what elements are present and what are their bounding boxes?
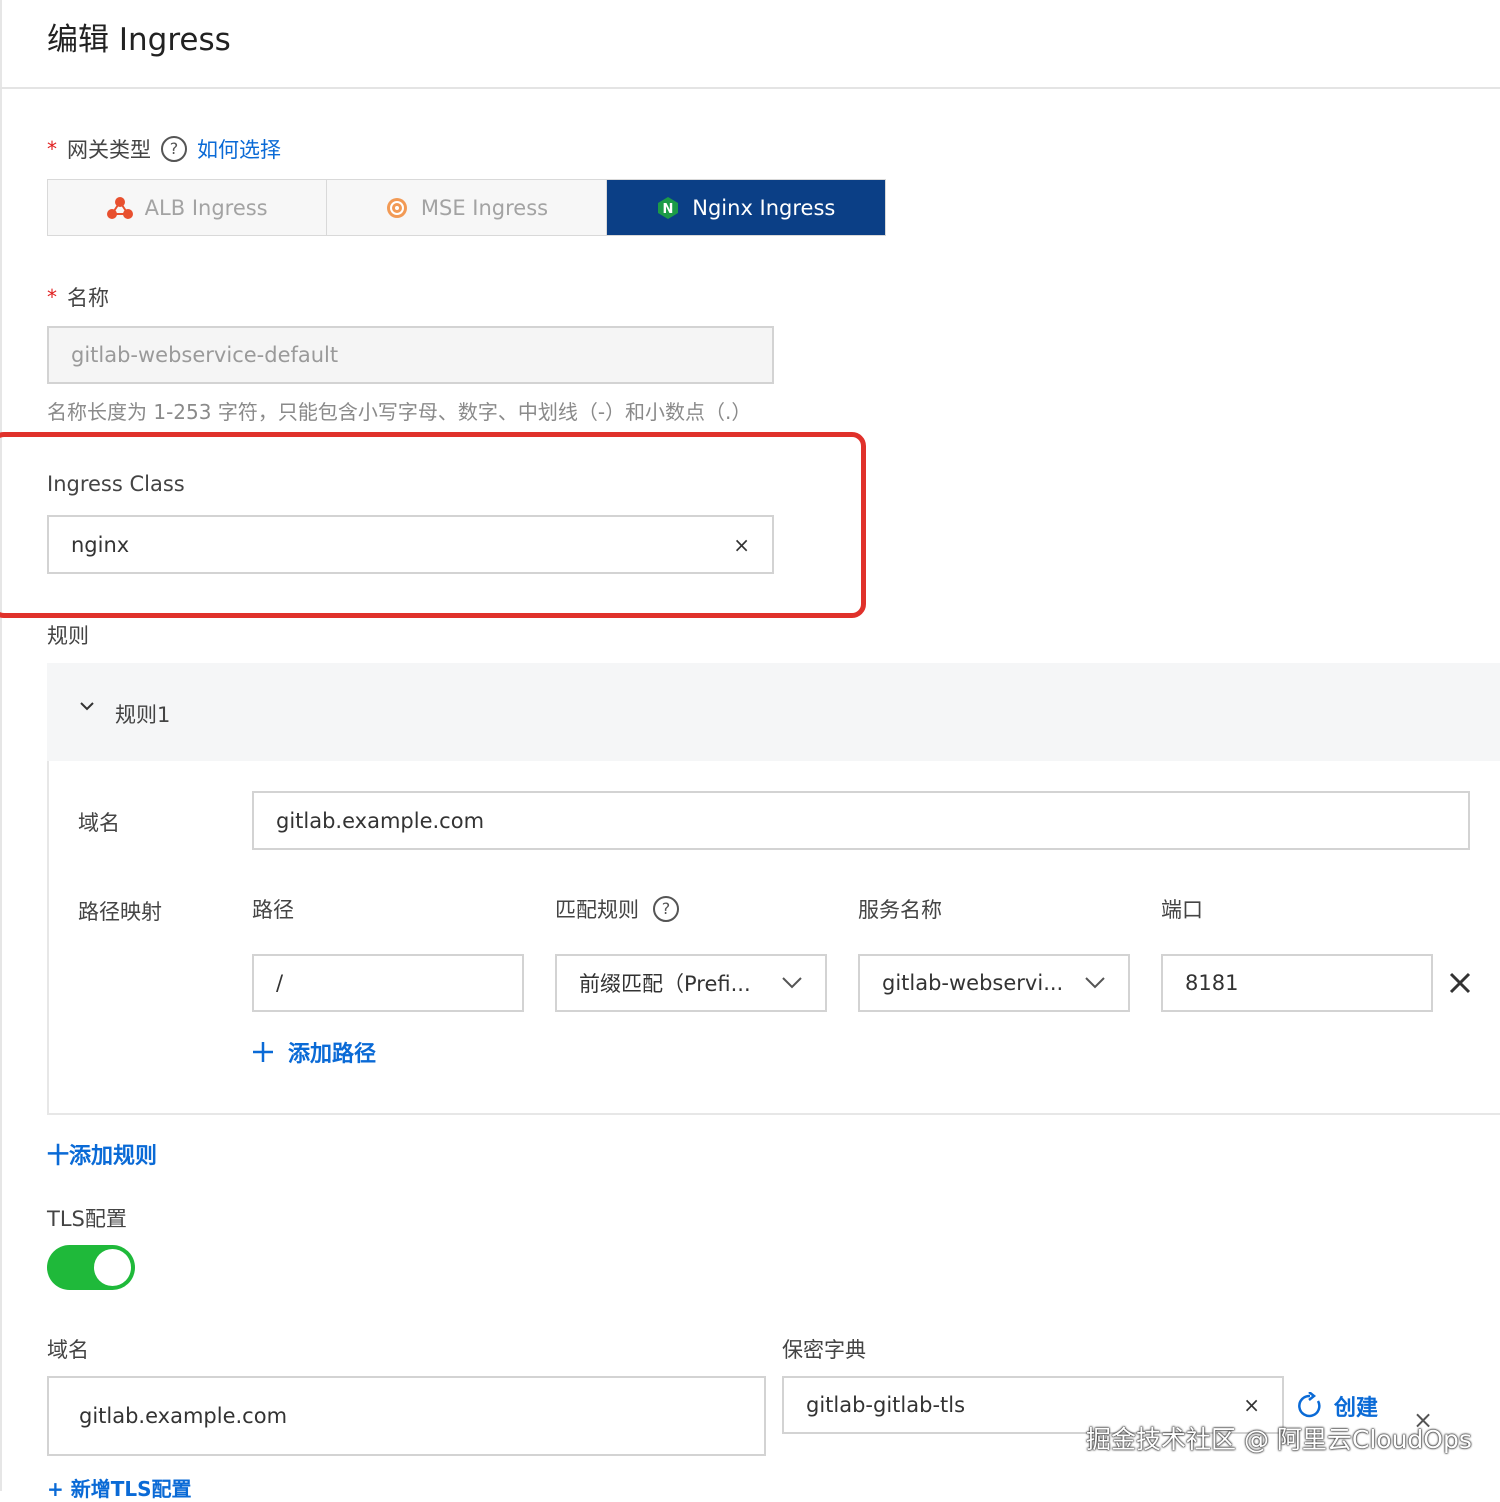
add-tls-button[interactable]: + 新增TLS配置 <box>47 1473 192 1502</box>
create-label: 创建 <box>1334 1396 1379 1421</box>
header-divider <box>0 87 1500 89</box>
gateway-type-row: * 网关类型 ? 如何选择 <box>47 134 281 164</box>
help-icon[interactable]: ? <box>161 136 187 162</box>
ingress-class-label: Ingress Class <box>47 472 185 496</box>
name-input: gitlab-webservice-default <box>47 326 774 384</box>
name-label: 名称 <box>67 286 109 310</box>
chevron-down-icon <box>1085 977 1105 989</box>
match-rule-value: 前缀匹配（Prefi... <box>579 972 751 996</box>
mse-icon <box>386 197 407 218</box>
tab-label: MSE Ingress <box>420 195 549 220</box>
page-title: 编辑 Ingress <box>47 22 231 58</box>
gateway-type-tabs: ALB Ingress MSE Ingress N Nginx Ingress <box>47 179 886 236</box>
required-mark: * <box>47 137 57 161</box>
rule-domain-value: gitlab.example.com <box>276 808 485 833</box>
port-input[interactable]: 8181 <box>1161 954 1433 1012</box>
clear-icon[interactable]: × <box>1243 1393 1260 1417</box>
match-rule-select[interactable]: 前缀匹配（Prefi... <box>555 954 827 1012</box>
tls-toggle[interactable] <box>47 1245 135 1290</box>
tls-domain-value: gitlab.example.com <box>79 1404 288 1428</box>
tls-domain-label: 域名 <box>47 1338 89 1362</box>
port-value: 8181 <box>1185 971 1239 995</box>
tab-mse-ingress[interactable]: MSE Ingress <box>327 180 607 235</box>
secret-label: 保密字典 <box>782 1338 866 1362</box>
svg-text:N: N <box>663 202 674 217</box>
plus-icon <box>253 1042 273 1062</box>
name-hint: 名称长度为 1-253 字符，只能包含小写字母、数字、中划线（-）和小数点（.） <box>47 400 752 424</box>
add-path-label: 添加路径 <box>288 1042 377 1067</box>
add-path-button[interactable]: 添加路径 <box>252 1036 376 1068</box>
help-icon[interactable]: ? <box>653 896 679 922</box>
secret-value: gitlab-gitlab-tls <box>806 1393 966 1417</box>
chevron-down-icon[interactable] <box>78 697 96 715</box>
how-to-choose-link[interactable]: 如何选择 <box>197 134 281 164</box>
column-service: 服务名称 <box>858 898 942 922</box>
path-input[interactable]: / <box>252 954 524 1012</box>
nginx-icon: N <box>658 196 679 219</box>
column-match: 匹配规则 <box>555 898 639 922</box>
service-value: gitlab-webservi... <box>882 971 1064 995</box>
column-match-head: 匹配规则 ? <box>555 894 679 924</box>
alb-icon <box>106 196 133 219</box>
tls-domain-input[interactable]: gitlab.example.com <box>47 1376 766 1456</box>
panel-edge <box>0 0 2 1491</box>
rule-header[interactable] <box>47 663 1500 761</box>
remove-path-icon[interactable] <box>1449 972 1471 994</box>
clear-icon[interactable]: × <box>733 533 750 557</box>
name-value: gitlab-webservice-default <box>71 343 339 367</box>
add-rule-button[interactable]: 十添加规则 <box>47 1138 157 1170</box>
ingress-class-value: nginx <box>71 532 130 557</box>
rules-label: 规则 <box>47 624 89 648</box>
gateway-type-label: 网关类型 <box>67 138 151 162</box>
path-mapping-label: 路径映射 <box>78 900 162 924</box>
tab-label: Nginx Ingress <box>692 195 836 220</box>
service-select[interactable]: gitlab-webservi... <box>858 954 1130 1012</box>
rule-domain-label: 域名 <box>78 811 120 835</box>
name-label-row: * 名称 <box>47 282 109 312</box>
watermark: 掘金技术社区 @ 阿里云CloudOps <box>1086 1425 1472 1454</box>
create-secret-button[interactable]: 创建 <box>1296 1390 1378 1422</box>
toggle-knob <box>94 1249 131 1286</box>
path-value: / <box>276 971 284 995</box>
chevron-down-icon <box>782 977 802 989</box>
tab-nginx-ingress[interactable]: N Nginx Ingress <box>606 180 885 235</box>
column-port: 端口 <box>1161 898 1203 922</box>
rule-title: 规则1 <box>115 703 171 727</box>
column-path: 路径 <box>252 898 294 922</box>
tab-alb-ingress[interactable]: ALB Ingress <box>48 180 328 235</box>
required-mark: * <box>47 285 57 309</box>
refresh-icon <box>1298 1392 1321 1418</box>
tls-label: TLS配置 <box>47 1207 127 1231</box>
ingress-class-input[interactable]: nginx × <box>47 515 774 574</box>
tab-label: ALB Ingress <box>144 195 268 220</box>
rule-domain-input[interactable]: gitlab.example.com <box>252 791 1470 850</box>
